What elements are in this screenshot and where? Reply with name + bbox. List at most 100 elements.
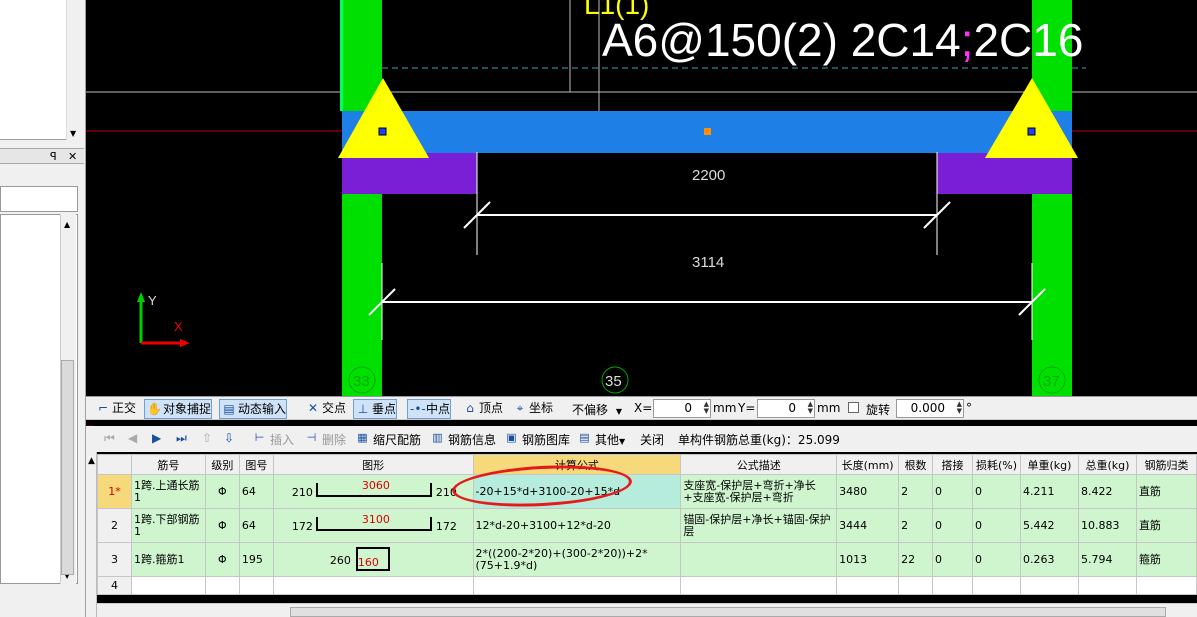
spinner-icon[interactable]: ▲ ▼ [952, 401, 962, 416]
object-snap-button[interactable]: ✋ 对象捕捉 [144, 399, 213, 419]
col-header[interactable]: 损耗(%) [972, 454, 1021, 475]
last-record-icon[interactable]: ⏭ [176, 431, 187, 446]
cell-lap[interactable]: 0 [932, 508, 974, 543]
cell-desc[interactable]: 支座宽-保护层+弯折+净长+支座宽-保护层+弯折 [680, 474, 838, 509]
prev-record-icon[interactable]: ◀ [128, 431, 137, 445]
table-row-empty[interactable]: 4 [97, 576, 1197, 595]
next-record-icon[interactable]: ▶ [152, 431, 161, 445]
scroll-up-icon[interactable]: ▲ [88, 456, 95, 466]
rotate-checkbox[interactable] [848, 402, 859, 413]
cell-unit-weight[interactable]: 0.263 [1020, 542, 1079, 577]
cell-length[interactable]: 3444 [836, 508, 900, 543]
cell-shape[interactable]: 210 3060 210 [272, 474, 474, 509]
cell-grade[interactable]: Φ [204, 542, 240, 577]
row-number[interactable]: 4 [97, 576, 132, 595]
col-header[interactable]: 总重(kg) [1077, 454, 1137, 475]
dock-input[interactable] [0, 186, 78, 212]
cell-formula[interactable]: 2*((200-2*20)+(300-2*20))+2*(75+1.9*d) [472, 542, 682, 577]
row-number[interactable]: 3 [97, 542, 132, 577]
offset-dropdown[interactable]: 不偏移 ▼ [572, 401, 622, 418]
cell-total-weight[interactable]: 8.422 [1077, 474, 1137, 509]
cell-lap[interactable]: 0 [932, 474, 974, 509]
cell-total-weight[interactable]: 10.883 [1077, 508, 1137, 543]
cell-grade[interactable]: Φ [204, 508, 240, 543]
cell-name[interactable]: 1跨.下部钢筋1 [130, 508, 206, 543]
cell-loss[interactable]: 0 [972, 508, 1021, 543]
col-header[interactable]: 图号 [238, 454, 274, 475]
x-input[interactable]: 0 ▲ ▼ [653, 399, 711, 418]
other-menu-button[interactable]: ▤ 其他▼ [577, 431, 625, 448]
spinner-icon[interactable]: ▲ ▼ [699, 401, 709, 416]
col-header[interactable]: 单重(kg) [1020, 454, 1079, 475]
cell-count[interactable]: 22 [898, 542, 934, 577]
cell-loss[interactable]: 0 [972, 474, 1021, 509]
cell-category[interactable]: 直筋 [1135, 508, 1197, 543]
coordinate-button[interactable]: ⌖ 坐标 [511, 399, 553, 419]
cad-drawing-canvas[interactable]: 2200 3114 L1(1) A6@150(2) 2C14;2C16 33 3… [86, 0, 1197, 396]
cell-length[interactable]: 1013 [836, 542, 900, 577]
ortho-button[interactable]: ⌐ 正交 [94, 399, 136, 419]
grid-side-handle[interactable]: ⊠ ▲ [86, 424, 97, 617]
table-row[interactable]: 2 1跨.下部钢筋1 Φ 64 172 3100 172 12*d-20+3100+… [97, 508, 1197, 543]
perpendicular-button[interactable]: ⊥ 垂点 [353, 399, 398, 419]
col-header[interactable]: 钢筋归类 [1135, 454, 1197, 475]
scroll-thumb[interactable] [61, 360, 74, 575]
col-header[interactable]: 长度(mm) [836, 454, 900, 475]
table-row[interactable]: 1* 1跨.上通长筋1 Φ 64 210 3060 210 -20+15*d+310… [97, 474, 1197, 509]
table-row[interactable]: 3 1跨.箍筋1 Φ 195 260 160 2*((200-2*20)+(300… [97, 542, 1197, 577]
horizontal-scroll-thumb[interactable] [290, 607, 1166, 617]
rebar-library-button[interactable]: ▣ 钢筋图库 [504, 431, 570, 448]
cell-lap[interactable]: 0 [932, 542, 974, 577]
col-header[interactable]: 级别 [204, 454, 240, 475]
scale-rebar-button[interactable]: ▦ 缩尺配筋 [355, 431, 421, 448]
scroll-down-icon[interactable]: ▼ [70, 129, 76, 138]
y-input[interactable]: 0 ▲ ▼ [757, 399, 815, 418]
row-number[interactable]: 2 [97, 508, 132, 543]
col-header[interactable]: 公式描述 [680, 454, 838, 475]
spinner-icon[interactable]: ▲ ▼ [803, 401, 813, 416]
scroll-up-icon[interactable]: ▲ [64, 220, 70, 229]
cell-name[interactable]: 1跨.箍筋1 [130, 542, 206, 577]
cell-category[interactable]: 直筋 [1135, 474, 1197, 509]
delete-button[interactable]: ⊣ 删除 [304, 431, 346, 448]
cell-grade[interactable]: Φ [204, 474, 240, 509]
move-down-icon[interactable]: ⇩ [224, 431, 234, 445]
cell-fig[interactable]: 64 [238, 508, 274, 543]
col-header[interactable]: 根数 [898, 454, 934, 475]
cell-fig[interactable]: 64 [238, 474, 274, 509]
row-number[interactable]: 1* [97, 474, 132, 509]
cell-shape[interactable]: 260 160 [272, 542, 474, 577]
cell-count[interactable]: 2 [898, 474, 934, 509]
col-header[interactable]: 图形 [272, 454, 474, 475]
cell-desc[interactable]: 锚固-保护层+净长+锚固-保护层 [680, 508, 838, 543]
col-header[interactable]: 筋号 [130, 454, 206, 475]
cell-unit-weight[interactable]: 4.211 [1020, 474, 1079, 509]
close-button[interactable]: 关闭 [622, 431, 664, 448]
intersection-button[interactable]: ✕ 交点 [304, 399, 346, 419]
rebar-info-button[interactable]: ▥ 钢筋信息 [430, 431, 496, 448]
cell-name[interactable]: 1跨.上通长筋1 [130, 474, 206, 509]
close-icon[interactable]: ✕ [68, 150, 77, 163]
cell-shape[interactable]: 172 3100 172 [272, 508, 474, 543]
cell-desc[interactable] [680, 542, 838, 577]
first-record-icon[interactable]: ⏮ [104, 431, 115, 446]
midpoint-button[interactable]: -•- 中点 [407, 399, 452, 419]
cell-length[interactable]: 3480 [836, 474, 900, 509]
vertex-button[interactable]: ⌂ 顶点 [461, 399, 503, 419]
move-up-icon[interactable]: ⇧ [202, 431, 212, 445]
rotate-input[interactable]: 0.000 ▲ ▼ [896, 399, 964, 418]
cell-loss[interactable]: 0 [972, 542, 1021, 577]
insert-button[interactable]: ⊢ 插入 [252, 431, 294, 448]
cell-count[interactable]: 2 [898, 508, 934, 543]
midpoint-label: 中点 [426, 402, 451, 416]
cell-total-weight[interactable]: 5.794 [1077, 542, 1137, 577]
cell-unit-weight[interactable]: 5.442 [1020, 508, 1079, 543]
cell-category[interactable]: 箍筋 [1135, 542, 1197, 577]
cell-fig[interactable]: 195 [238, 542, 274, 577]
col-header[interactable]: 搭接 [932, 454, 974, 475]
pin-icon[interactable]: ꟼ [50, 150, 57, 163]
x-unit: mm [713, 401, 737, 415]
cell-formula[interactable]: 12*d-20+3100+12*d-20 [472, 508, 682, 543]
properties-scrollbar[interactable]: ▼ [66, 0, 80, 140]
dynamic-input-button[interactable]: ▤ 动态输入 [219, 399, 288, 419]
